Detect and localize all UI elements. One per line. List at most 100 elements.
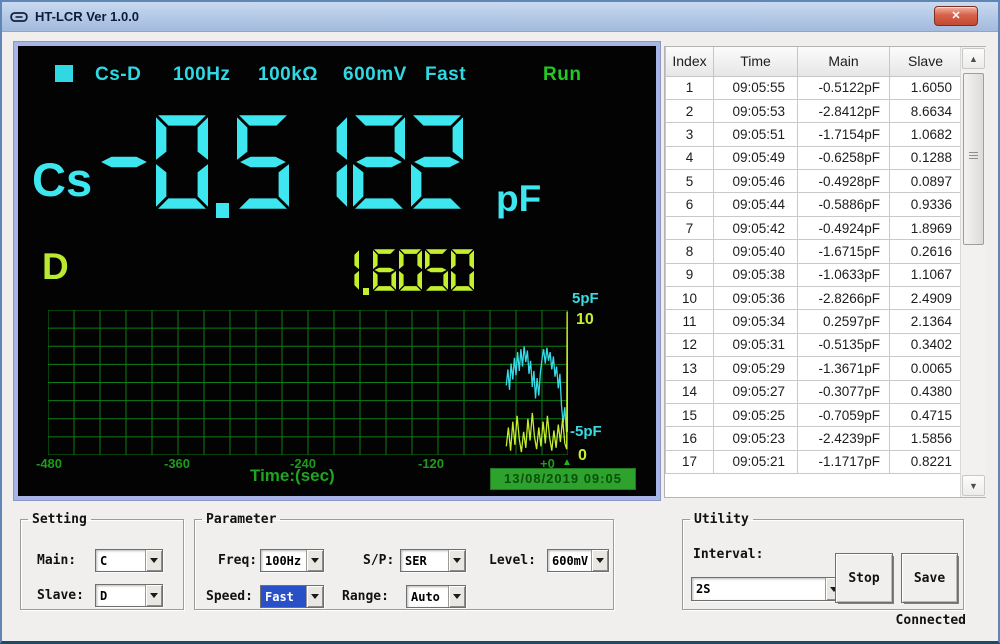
table-cell: 4 xyxy=(665,145,714,171)
table-cell: 09:05:31 xyxy=(713,332,798,358)
stop-button[interactable]: Stop xyxy=(835,553,893,603)
table-cell: 11 xyxy=(665,309,714,334)
main-axis-bottom-label: -5pF xyxy=(570,423,602,440)
table-cell: 13 xyxy=(665,356,714,381)
slave-select-value: D xyxy=(100,589,108,603)
scroll-down-icon[interactable]: ▼ xyxy=(962,475,985,496)
slave-select[interactable]: D xyxy=(95,584,163,607)
table-row[interactable]: 8 09:05:40 -1.6715pF 0.2616 xyxy=(665,239,962,264)
table-cell: 09:05:42 xyxy=(713,215,798,241)
col-header-main[interactable]: Main xyxy=(797,47,890,77)
table-row[interactable]: 2 09:05:53 -2.8412pF 8.6634 xyxy=(665,98,962,124)
scrollbar-thumb[interactable] xyxy=(963,73,984,245)
table-row[interactable]: 14 09:05:27 -0.3077pF 0.4380 xyxy=(665,379,962,404)
table-cell: -1.6715pF xyxy=(797,239,890,264)
measuring-indicator-icon xyxy=(55,65,73,82)
table-cell: -2.8266pF xyxy=(797,286,890,311)
chevron-down-icon[interactable] xyxy=(448,550,465,571)
col-header-index[interactable]: Index xyxy=(665,47,714,77)
table-row[interactable]: 10 09:05:36 -2.8266pF 2.4909 xyxy=(665,286,962,311)
table-cell: -0.5135pF xyxy=(797,332,890,358)
speed-readout: Fast xyxy=(425,64,467,85)
table-cell: 1.5856 xyxy=(889,426,962,451)
table-cell: -0.6258pF xyxy=(797,145,890,171)
table-row[interactable]: 7 09:05:42 -0.4924pF 1.8969 xyxy=(665,215,962,241)
table-cell: 09:05:51 xyxy=(713,122,798,147)
table-cell: 9 xyxy=(665,262,714,288)
titlebar[interactable]: HT-LCR Ver 1.0.0 ✕ xyxy=(2,2,998,32)
table-cell: 1.8969 xyxy=(889,215,962,241)
main-axis-top-label: 5pF xyxy=(572,290,599,307)
chevron-down-icon[interactable] xyxy=(306,586,323,607)
col-header-time[interactable]: Time xyxy=(713,47,798,77)
table-cell: 0.9336 xyxy=(889,192,962,217)
table-row[interactable]: 1 09:05:55 -0.5122pF 1.6050 xyxy=(665,75,962,100)
table-row[interactable]: 13 09:05:29 -1.3671pF 0.0065 xyxy=(665,356,962,381)
interval-select[interactable]: 2S xyxy=(691,577,843,601)
parameter-group: Parameter Freq: 100Hz S/P: SER Level: 60… xyxy=(194,512,614,610)
table-header-row: Index Time Main Slave xyxy=(665,47,962,77)
table-cell: 09:05:21 xyxy=(713,449,798,475)
chevron-down-icon[interactable] xyxy=(145,585,162,606)
speed-select[interactable]: Fast xyxy=(260,585,324,608)
table-cell: -0.5122pF xyxy=(797,75,890,100)
sp-select-value: SER xyxy=(405,554,427,568)
speed-select-label: Speed: xyxy=(206,589,253,604)
interval-select-label: Interval: xyxy=(693,547,764,562)
scroll-up-icon[interactable]: ▲ xyxy=(962,48,985,69)
col-header-slave[interactable]: Slave xyxy=(889,47,962,77)
main-reading-sevenseg xyxy=(98,104,463,220)
table-row[interactable]: 3 09:05:51 -1.7154pF 1.0682 xyxy=(665,122,962,147)
slave-select-label: Slave: xyxy=(37,588,84,603)
main-select-value: C xyxy=(100,554,108,568)
sp-select-label: S/P: xyxy=(363,553,395,568)
chevron-down-icon[interactable] xyxy=(448,586,465,607)
chevron-down-icon[interactable] xyxy=(306,550,323,571)
interval-select-value: 2S xyxy=(696,582,711,596)
table-cell: 09:05:23 xyxy=(713,426,798,451)
speed-select-value: Fast xyxy=(261,586,306,607)
table-cell: 09:05:40 xyxy=(713,239,798,264)
main-select[interactable]: C xyxy=(95,549,163,572)
freq-select[interactable]: 100Hz xyxy=(260,549,324,572)
utility-group: Utility Interval: 2S Stop Save xyxy=(682,512,964,610)
table-row[interactable]: 5 09:05:46 -0.4928pF 0.0897 xyxy=(665,169,962,194)
range-select[interactable]: Auto xyxy=(406,585,466,608)
table-row[interactable]: 15 09:05:25 -0.7059pF 0.4715 xyxy=(665,402,962,428)
freq-select-value: 100Hz xyxy=(265,554,302,568)
sp-select[interactable]: SER xyxy=(400,549,466,572)
range-select-value: Auto xyxy=(411,590,440,604)
table-row[interactable]: 12 09:05:31 -0.5135pF 0.3402 xyxy=(665,332,962,358)
level-select[interactable]: 600mV xyxy=(547,549,609,572)
table-cell: 0.3402 xyxy=(889,332,962,358)
table-cell: 14 xyxy=(665,379,714,404)
close-button[interactable]: ✕ xyxy=(934,6,978,26)
table-cell: 09:05:46 xyxy=(713,169,798,194)
level-select-value: 600mV xyxy=(552,554,589,568)
table-cell: -0.5886pF xyxy=(797,192,890,217)
window-title: HT-LCR Ver 1.0.0 xyxy=(35,9,140,24)
chevron-down-icon[interactable] xyxy=(145,550,162,571)
table-row[interactable]: 4 09:05:49 -0.6258pF 0.1288 xyxy=(665,145,962,171)
table-row[interactable]: 11 09:05:34 0.2597pF 2.1364 xyxy=(665,309,962,334)
level-readout: 600mV xyxy=(343,64,407,85)
freq-select-label: Freq: xyxy=(218,553,258,568)
frequency-readout: 100Hz xyxy=(173,64,231,85)
slave-reading-sevenseg xyxy=(336,244,474,296)
table-row[interactable]: 17 09:05:21 -1.1717pF 0.8221 xyxy=(665,449,962,475)
table-row[interactable]: 9 09:05:38 -1.0633pF 1.1067 xyxy=(665,262,962,288)
table-row[interactable]: 6 09:05:44 -0.5886pF 0.9336 xyxy=(665,192,962,217)
table-cell: 5 xyxy=(665,169,714,194)
table-cell: -1.3671pF xyxy=(797,356,890,381)
table-scrollbar[interactable]: ▲ ▼ xyxy=(960,47,986,497)
log-table-panel: Index Time Main Slave 1 09:05:55 -0.5122pF… xyxy=(664,46,986,498)
main-parameter-label: Cs xyxy=(32,153,93,206)
slave-axis-bottom-label: 0 xyxy=(578,447,587,464)
table-cell: 09:05:55 xyxy=(713,75,798,100)
table-row[interactable]: 16 09:05:23 -2.4239pF 1.5856 xyxy=(665,426,962,451)
x-axis-title: Time:(sec) xyxy=(250,466,335,485)
save-button[interactable]: Save xyxy=(901,553,958,603)
chevron-down-icon[interactable] xyxy=(591,550,608,571)
table-cell: 0.1288 xyxy=(889,145,962,171)
setting-group: Setting Main: C Slave: D xyxy=(20,512,184,610)
